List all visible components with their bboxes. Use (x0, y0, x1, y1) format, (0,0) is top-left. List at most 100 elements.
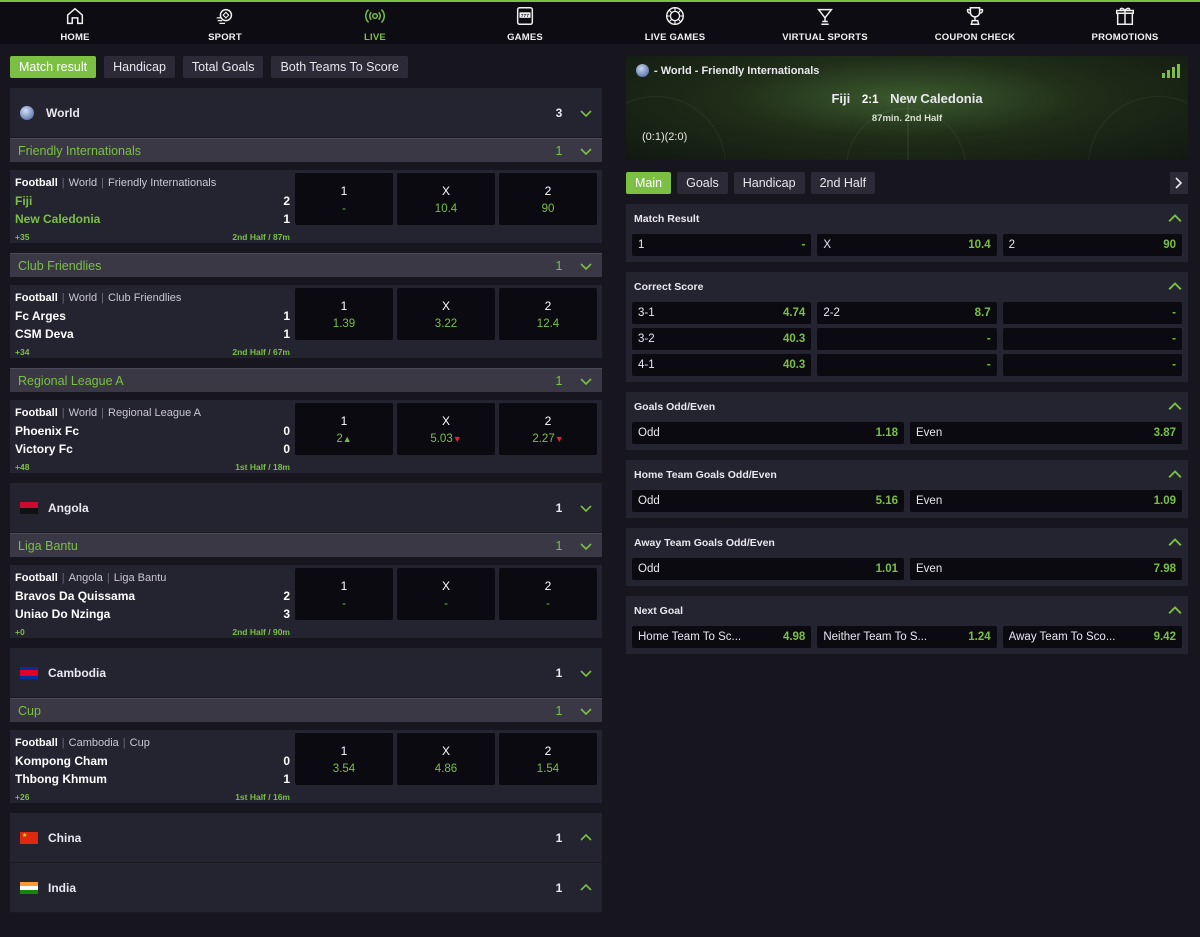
market-header[interactable]: Home Team Goals Odd/Even (632, 464, 1182, 486)
match-row[interactable]: Football | World | Club Friendlies Fc Arges 1 C… (10, 285, 602, 358)
odds-button-2[interactable]: 2 1.54 (499, 733, 597, 785)
country-header-cambodia[interactable]: Cambodia 1 (10, 648, 602, 698)
outcome-label: 2 (544, 743, 552, 758)
chevron-up-icon[interactable] (1168, 604, 1182, 618)
league-header[interactable]: Liga Bantu 1 (10, 533, 602, 557)
chevron-up-icon[interactable] (1168, 536, 1182, 550)
market-header[interactable]: Correct Score (632, 276, 1182, 298)
market-header[interactable]: Match Result (632, 208, 1182, 230)
odds-cell[interactable]: Odd 1.18 (632, 422, 904, 444)
odds-cell[interactable]: Even 3.87 (910, 422, 1182, 444)
chevron-down-icon[interactable] (578, 258, 594, 274)
odds-cell[interactable]: 2-2 8.7 (817, 302, 997, 324)
chevron-down-icon[interactable] (578, 538, 594, 554)
tab-total-goals[interactable]: Total Goals (182, 56, 264, 78)
odds-cell[interactable]: 1- (632, 234, 812, 256)
market-header[interactable]: Away Team Goals Odd/Even (632, 532, 1182, 554)
match-row[interactable]: Football | World | Regional League A Phoenix … (10, 400, 602, 473)
odds-button-1[interactable]: 1 2▲ (295, 403, 393, 455)
chevron-up-icon[interactable] (1168, 400, 1182, 414)
chevron-down-icon[interactable] (578, 665, 594, 681)
nav-sport[interactable]: SPORT (150, 2, 300, 44)
odds-button-1[interactable]: 1 3.54 (295, 733, 393, 785)
match-row[interactable]: Football | Cambodia | Cup Kompong Cham 0 Thbong… (10, 730, 602, 803)
chevron-up-icon[interactable] (578, 830, 594, 846)
tabs-next-button[interactable] (1170, 172, 1188, 194)
odds-button-1[interactable]: 1 1.39 (295, 288, 393, 340)
chevron-down-icon[interactable] (578, 500, 594, 516)
match-row[interactable]: Football | Angola | Liga Bantu Bravos Da Quis… (10, 565, 602, 638)
league-header[interactable]: Friendly Internationals 1 (10, 138, 602, 162)
odds-cell[interactable]: Odd 1.01 (632, 558, 904, 580)
market-header[interactable]: Next Goal (632, 600, 1182, 622)
market-header[interactable]: Goals Odd/Even (632, 396, 1182, 418)
odds-cell[interactable]: Home Team To Sc... 4.98 (632, 626, 812, 648)
nav-games[interactable]: 777 GAMES (450, 2, 600, 44)
odds-button-1[interactable]: 1- (295, 173, 393, 225)
event-tab-goals[interactable]: Goals (677, 172, 728, 194)
tab-match-result[interactable]: Match result (10, 56, 97, 78)
odds-value: 2.27 (532, 432, 555, 445)
odds-button-2[interactable]: 2 12.4 (499, 288, 597, 340)
odds-cell[interactable]: - (1002, 328, 1182, 350)
country-header-china[interactable]: ★ China 1 (10, 813, 602, 863)
odds-group: 1- X 10.4 2 90 (295, 173, 597, 225)
odds-cell[interactable]: - (1002, 354, 1182, 376)
statistics-icon[interactable] (1162, 64, 1180, 81)
odds-cell[interactable]: X 10.4 (817, 234, 997, 256)
country-header-world[interactable]: World 3 (10, 88, 602, 138)
league-header[interactable]: Regional League A 1 (10, 368, 602, 392)
event-tab-2nd-half[interactable]: 2nd Half (810, 172, 876, 194)
odds-cell[interactable]: 2 90 (1002, 234, 1182, 256)
odds-cell[interactable]: - (817, 354, 997, 376)
odds-button-x[interactable]: X 10.4 (397, 173, 495, 225)
tab-both-teams-to-score[interactable]: Both Teams To Score (271, 56, 408, 78)
odds-button-2[interactable]: 2 90 (499, 173, 597, 225)
odds-cell[interactable]: Even 1.09 (910, 490, 1182, 512)
chevron-down-icon[interactable] (578, 703, 594, 719)
more-markets-count[interactable]: +48 (15, 462, 29, 472)
chevron-up-icon[interactable] (1168, 280, 1182, 294)
odds-button-x[interactable]: X- (397, 568, 495, 620)
chevron-down-icon[interactable] (578, 105, 594, 121)
league-header[interactable]: Club Friendlies 1 (10, 253, 602, 277)
more-markets-count[interactable]: +35 (15, 232, 29, 242)
match-row[interactable]: Football | World | Friendly Internationals Fi… (10, 170, 602, 243)
odds-button-2[interactable]: 2- (499, 568, 597, 620)
odds-cell[interactable]: Even 7.98 (910, 558, 1182, 580)
more-markets-count[interactable]: +0 (15, 627, 25, 637)
chevron-up-icon[interactable] (578, 880, 594, 896)
match-breadcrumb: Football | World | Regional League A (15, 407, 201, 419)
league-header[interactable]: Cup 1 (10, 698, 602, 722)
odds-cell[interactable]: - (817, 328, 997, 350)
odds-cell[interactable]: 3-1 4.74 (632, 302, 812, 324)
more-markets-count[interactable]: +34 (15, 347, 29, 357)
event-tab-main[interactable]: Main (626, 172, 672, 194)
tab-handicap[interactable]: Handicap (104, 56, 175, 78)
odds-cell[interactable]: Neither Team To S... 1.24 (817, 626, 997, 648)
nav-live-games[interactable]: LIVE GAMES (600, 2, 750, 44)
event-tab-handicap[interactable]: Handicap (733, 172, 805, 194)
odds-cell[interactable]: - (1002, 302, 1182, 324)
nav-home[interactable]: HOME (0, 2, 150, 44)
nav-promotions[interactable]: PROMOTIONS (1050, 2, 1200, 44)
chevron-up-icon[interactable] (1168, 468, 1182, 482)
chevron-up-icon[interactable] (1168, 212, 1182, 226)
country-header-angola[interactable]: Angola 1 (10, 483, 602, 533)
chevron-down-icon[interactable] (578, 143, 594, 159)
nav-virtual-sports[interactable]: VIRTUAL SPORTS (750, 2, 900, 44)
odds-button-x[interactable]: X 5.03▼ (397, 403, 495, 455)
odds-button-x[interactable]: X 4.86 (397, 733, 495, 785)
more-markets-count[interactable]: +26 (15, 792, 29, 802)
country-header-india[interactable]: India 1 (10, 863, 602, 913)
odds-button-x[interactable]: X 3.22 (397, 288, 495, 340)
nav-coupon-check[interactable]: COUPON CHECK (900, 2, 1050, 44)
odds-cell[interactable]: Away Team To Sco... 9.42 (1002, 626, 1182, 648)
odds-button-2[interactable]: 2 2.27▼ (499, 403, 597, 455)
nav-live[interactable]: LIVE (300, 2, 450, 44)
odds-cell[interactable]: 4-1 40.3 (632, 354, 812, 376)
odds-button-1[interactable]: 1- (295, 568, 393, 620)
chevron-down-icon[interactable] (578, 373, 594, 389)
odds-cell[interactable]: Odd 5.16 (632, 490, 904, 512)
odds-cell[interactable]: 3-2 40.3 (632, 328, 812, 350)
